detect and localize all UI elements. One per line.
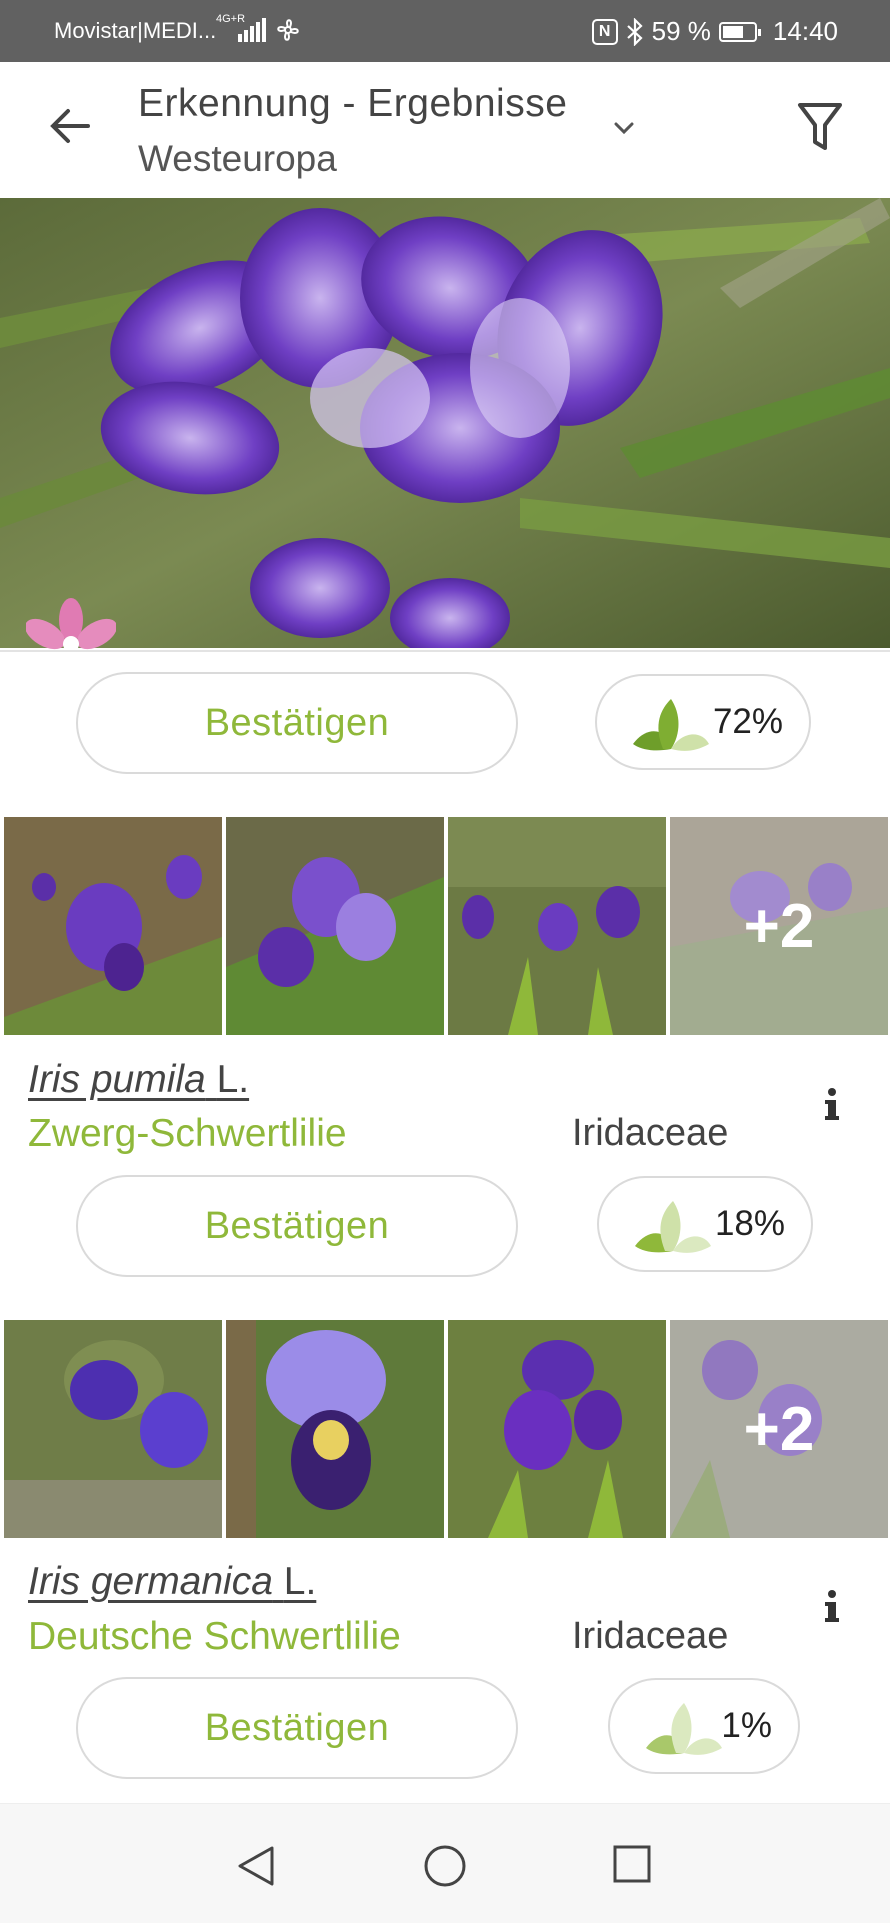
bluetooth-icon <box>626 17 643 46</box>
confirm-button-1[interactable]: Bestätigen <box>76 672 518 774</box>
more-photos-tile[interactable]: +2 <box>670 817 888 1035</box>
status-bar: Movistar|MEDI... 4G+R N 59 % 14:40 <box>0 0 890 62</box>
divider <box>0 650 890 652</box>
status-right: N 59 % 14:40 <box>591 16 838 47</box>
nfc-icon: N <box>591 18 618 45</box>
flower-icon <box>26 598 116 650</box>
photo-strip-2: +2 <box>0 1320 890 1538</box>
chevron-down-icon[interactable] <box>612 116 636 140</box>
signal-icon <box>238 18 266 42</box>
confirm-button-2[interactable]: Bestätigen <box>76 1175 518 1277</box>
clock: 14:40 <box>772 16 838 46</box>
thumbnail[interactable] <box>448 817 666 1035</box>
more-photos-tile[interactable]: +2 <box>670 1320 888 1538</box>
scientific-name-author: L. <box>216 1058 250 1101</box>
fan-icon <box>277 19 299 41</box>
app-bar: Erkennung - Ergebnisse Westeuropa <box>0 62 890 198</box>
battery-icon <box>718 21 761 42</box>
score-badge-1: 72% <box>595 674 811 770</box>
query-photo[interactable] <box>0 198 890 648</box>
common-name: Deutsche Schwertlilie <box>28 1615 401 1658</box>
common-name: Zwerg-Schwertlilie <box>28 1112 347 1155</box>
thumbnail[interactable] <box>4 817 222 1035</box>
score-badge-3: 1% <box>608 1678 800 1774</box>
photo-strip-1: +2 <box>0 817 890 1035</box>
leaf-score-icon <box>635 1201 711 1253</box>
info-icon[interactable] <box>822 1086 842 1124</box>
confirm-button-3[interactable]: Bestätigen <box>76 1677 518 1779</box>
info-icon[interactable] <box>822 1588 842 1626</box>
thumbnail[interactable] <box>4 1320 222 1538</box>
filter-icon[interactable] <box>796 100 844 154</box>
thumbnail[interactable] <box>226 1320 444 1538</box>
score-value: 18% <box>714 1204 785 1243</box>
system-nav-bar <box>0 1803 890 1923</box>
score-badge-2: 18% <box>597 1176 813 1272</box>
page-title[interactable]: Erkennung - Ergebnisse <box>138 82 567 126</box>
thumbnail[interactable] <box>226 817 444 1035</box>
more-photos-count: +2 <box>670 817 888 1035</box>
scientific-name-species: Iris germanica <box>28 1560 273 1603</box>
scientific-name[interactable]: Iris pumila L. <box>28 1058 249 1102</box>
carrier-name: Movistar|MEDI... <box>54 18 217 43</box>
triangle-back-icon[interactable] <box>236 1844 276 1888</box>
scientific-name-author: L. <box>283 1560 317 1603</box>
scientific-name-species: Iris pumila <box>28 1058 206 1101</box>
region-label[interactable]: Westeuropa <box>138 138 337 180</box>
family-name: Iridaceae <box>572 1615 729 1657</box>
more-photos-count: +2 <box>670 1320 888 1538</box>
score-value: 1% <box>721 1706 772 1745</box>
battery-percent: 59 % <box>651 16 711 46</box>
square-recent-icon[interactable] <box>612 1844 652 1884</box>
thumbnail[interactable] <box>448 1320 666 1538</box>
leaf-score-icon <box>646 1703 722 1755</box>
arrow-left-icon[interactable] <box>46 102 94 150</box>
score-value: 72% <box>712 702 783 741</box>
circle-home-icon[interactable] <box>423 1844 467 1888</box>
leaf-score-icon <box>633 699 709 751</box>
family-name: Iridaceae <box>572 1112 729 1154</box>
scientific-name[interactable]: Iris germanica L. <box>28 1560 316 1604</box>
